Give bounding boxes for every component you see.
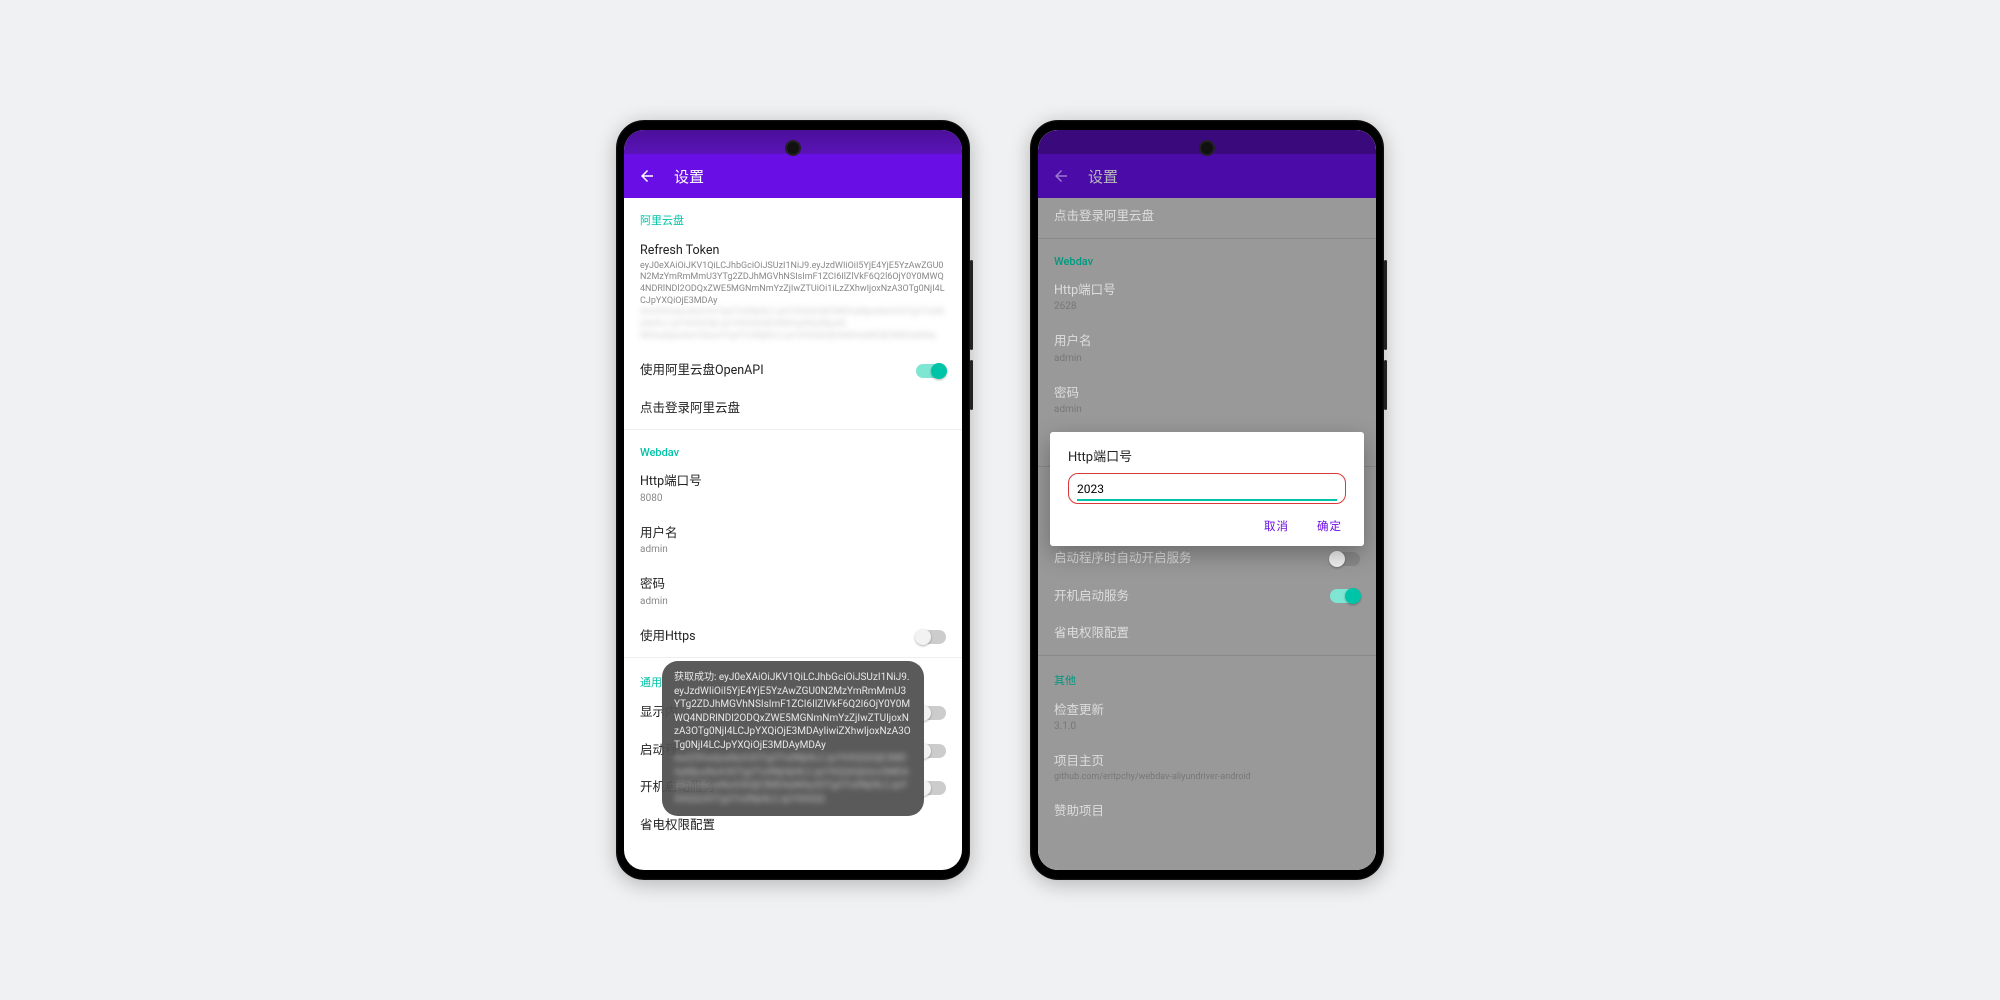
http-port-value: 8080 bbox=[640, 492, 946, 505]
toggle-https[interactable] bbox=[916, 630, 946, 644]
section-webdav: Webdav bbox=[1038, 241, 1376, 272]
phone-left: 设置 阿里云盘 Refresh Token eyJ0eXAiOiJKV1QiLC… bbox=[616, 120, 970, 880]
pref-click-login[interactable]: 点击登录阿里云盘 bbox=[624, 390, 962, 428]
port-input[interactable] bbox=[1077, 480, 1337, 501]
dialog-title: Http端口号 bbox=[1068, 446, 1346, 465]
password-title: 密码 bbox=[640, 576, 946, 594]
pref-boot-start[interactable]: 开机启动服务 bbox=[1038, 578, 1376, 616]
pref-click-login[interactable]: 点击登录阿里云盘 bbox=[1038, 198, 1376, 236]
dialog-input-highlight bbox=[1068, 473, 1346, 504]
pref-check-update[interactable]: 检查更新 3.1.0 bbox=[1038, 692, 1376, 744]
username-title: 用户名 bbox=[640, 525, 946, 543]
status-bar bbox=[624, 130, 962, 154]
phone-right: 设置 点击登录阿里云盘 Webdav Http端口号 2628 用户名 bbox=[1030, 120, 1384, 880]
appbar: 设置 bbox=[624, 154, 962, 198]
pref-project-home[interactable]: 项目主页 github.com/eritpchy/webdav-aliyundr… bbox=[1038, 743, 1376, 793]
appbar: 设置 bbox=[1038, 154, 1376, 198]
toggle-auto-start[interactable] bbox=[1330, 552, 1360, 566]
appbar-title: 设置 bbox=[1088, 166, 1118, 187]
toast-prefix: 获取成功: bbox=[674, 672, 719, 683]
refresh-token-title: Refresh Token bbox=[640, 242, 946, 260]
back-icon[interactable] bbox=[1052, 167, 1070, 185]
pref-use-https[interactable]: 使用Https bbox=[624, 618, 962, 656]
use-https-label: 使用Https bbox=[640, 628, 916, 646]
pref-password[interactable]: 密码 admin bbox=[1038, 375, 1376, 427]
cancel-button[interactable]: 取消 bbox=[1264, 518, 1289, 534]
pref-username[interactable]: 用户名 admin bbox=[1038, 323, 1376, 375]
section-other: 其他 bbox=[1038, 658, 1376, 692]
http-port-dialog: Http端口号 取消 确定 bbox=[1050, 432, 1364, 546]
use-openapi-label: 使用阿里云盘OpenAPI bbox=[640, 362, 916, 380]
pref-username[interactable]: 用户名 admin bbox=[624, 515, 962, 567]
toggle-openapi[interactable] bbox=[916, 364, 946, 378]
section-aliyun: 阿里云盘 bbox=[624, 198, 962, 232]
pref-use-openapi[interactable]: 使用阿里云盘OpenAPI bbox=[624, 352, 962, 390]
status-bar bbox=[1038, 130, 1376, 154]
back-icon[interactable] bbox=[638, 167, 656, 185]
username-value: admin bbox=[640, 543, 946, 556]
pref-password[interactable]: 密码 admin bbox=[624, 566, 962, 618]
ok-button[interactable]: 确定 bbox=[1317, 518, 1342, 534]
pref-http-port[interactable]: Http端口号 8080 bbox=[624, 463, 962, 515]
toast-token: eyJ0eXAiOiJKV1QiLCJhbGciOiJSUzI1NiJ9.eyJ… bbox=[674, 672, 911, 751]
pref-http-port[interactable]: Http端口号 2628 bbox=[1038, 272, 1376, 324]
section-webdav: Webdav bbox=[624, 432, 962, 463]
pref-sponsor[interactable]: 赞助项目 bbox=[1038, 793, 1376, 831]
pref-refresh-token[interactable]: Refresh Token eyJ0eXAiOiJKV1QiLCJhbGciOi… bbox=[624, 232, 962, 352]
click-login-label: 点击登录阿里云盘 bbox=[640, 400, 946, 418]
password-value: admin bbox=[640, 595, 946, 608]
toggle-boot-start[interactable] bbox=[1330, 589, 1360, 603]
pref-battery-opt[interactable]: 省电权限配置 bbox=[1038, 615, 1376, 653]
refresh-token-value: eyJ0eXAiOiJKV1QiLCJhbGciOiJSUzI1NiJ9.eyJ… bbox=[640, 261, 946, 343]
appbar-title: 设置 bbox=[674, 166, 704, 187]
http-port-title: Http端口号 bbox=[640, 473, 946, 491]
toast: 获取成功: eyJ0eXAiOiJKV1QiLCJhbGciOiJSUzI1Ni… bbox=[662, 661, 924, 816]
